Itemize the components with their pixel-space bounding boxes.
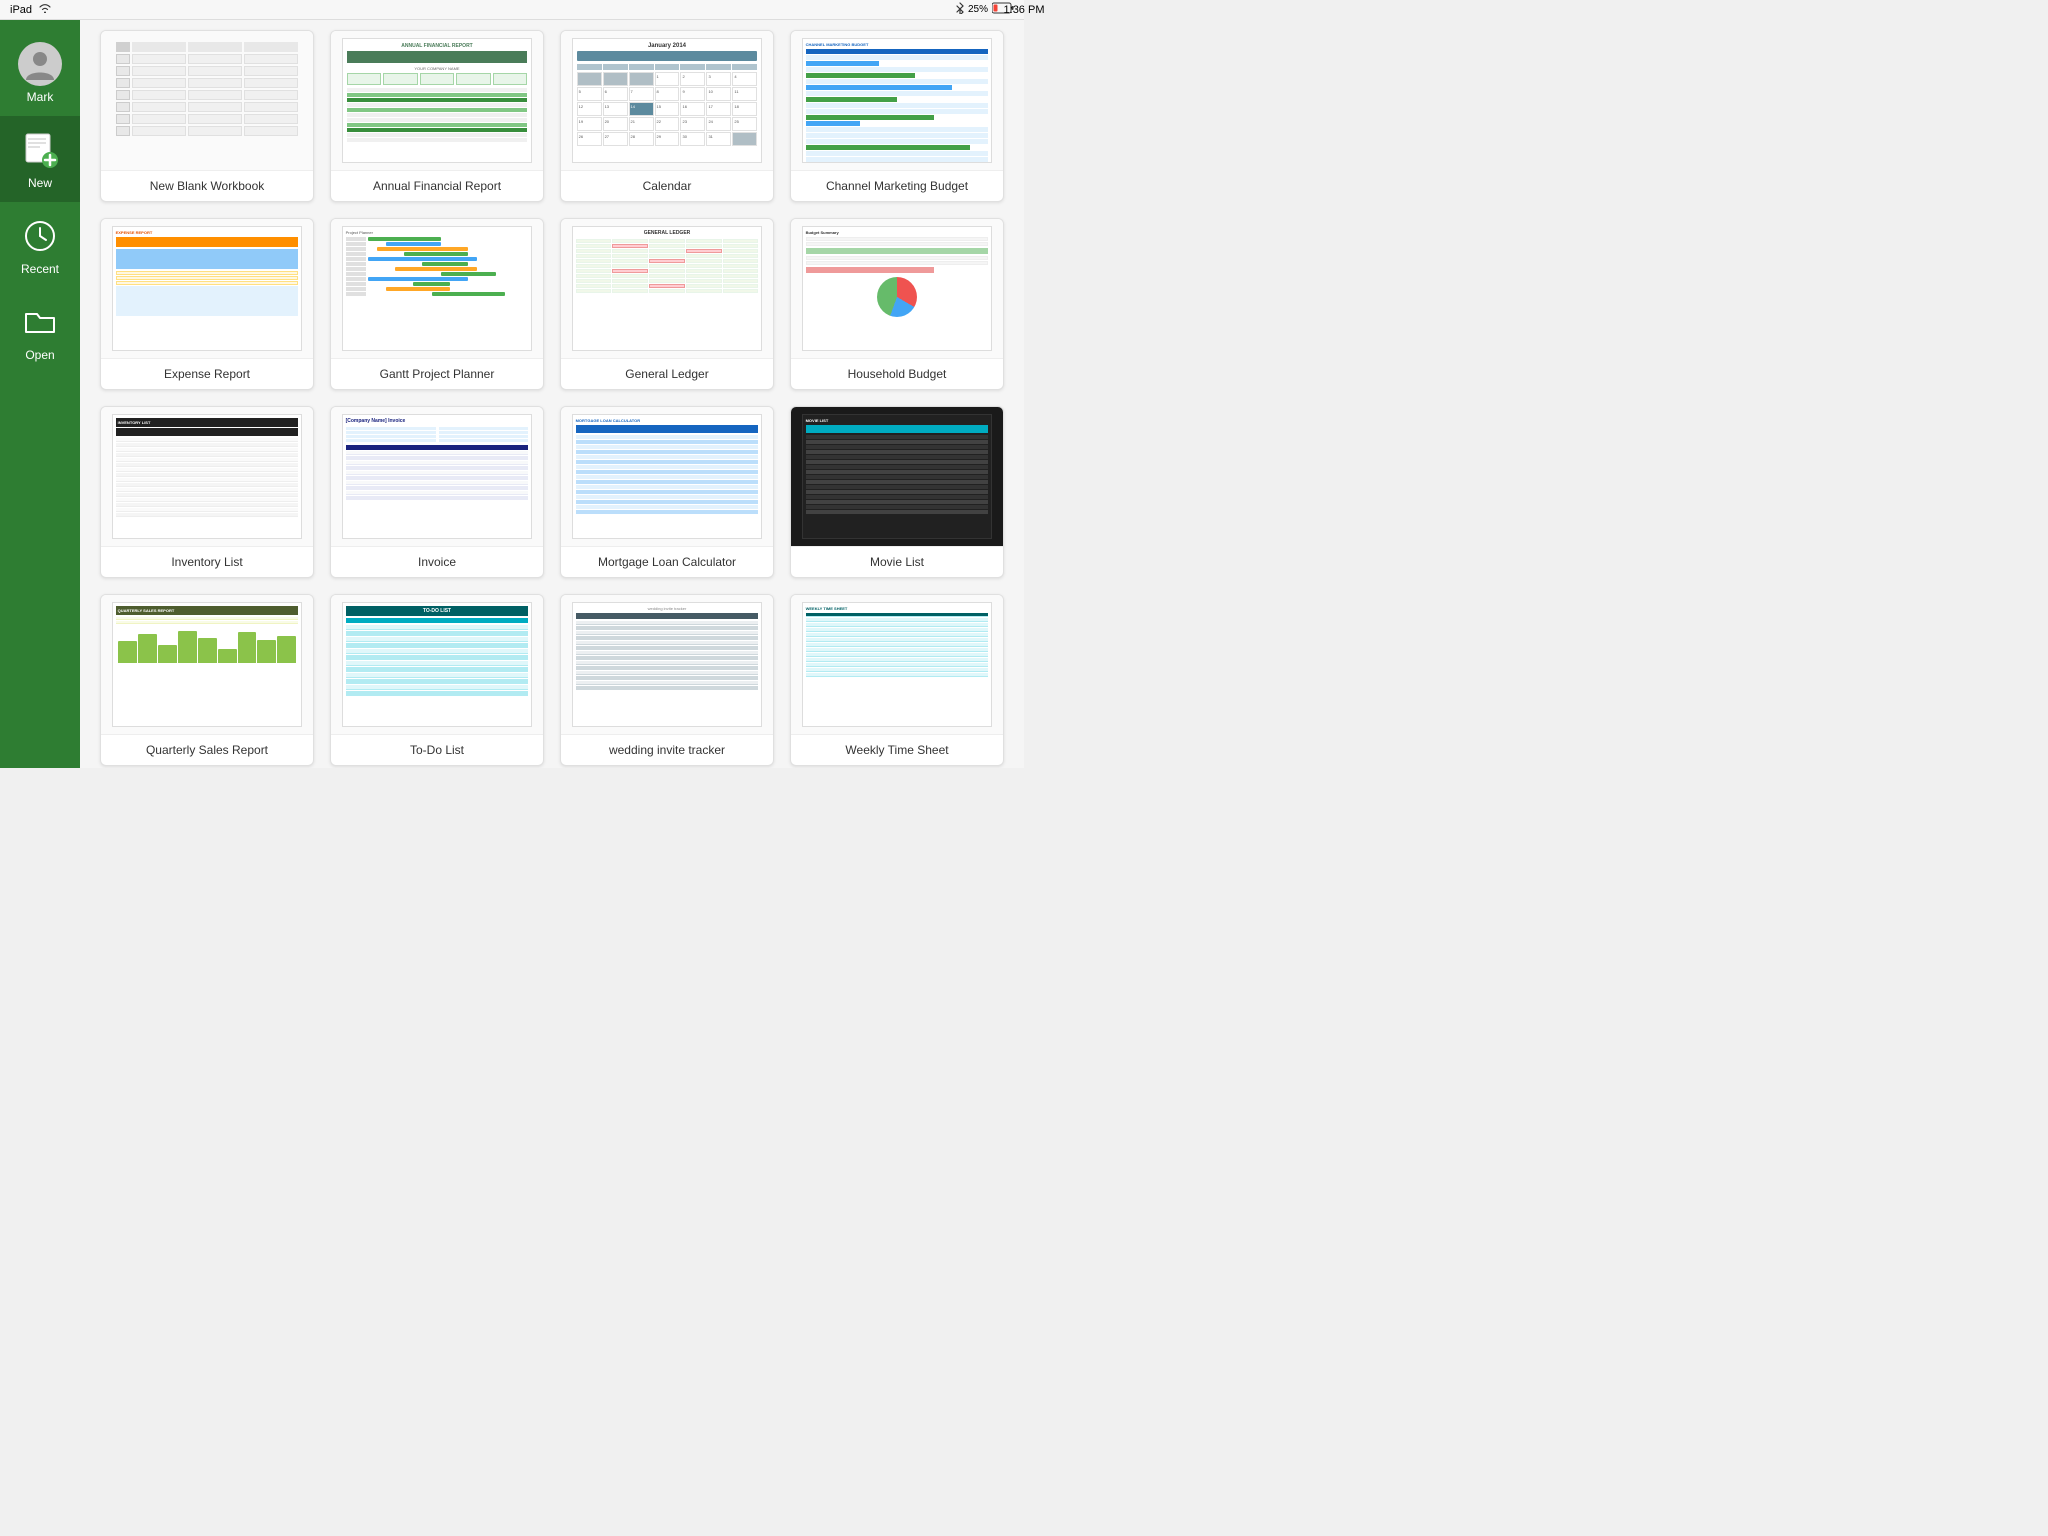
template-label-general-ledger: General Ledger [561,359,773,389]
status-time: 1:36 PM [1004,4,1045,16]
template-grid: New Blank Workbook ANNUAL FINANCIAL REPO… [100,30,1004,766]
template-label-weekly-timesheet: Weekly Time Sheet [791,735,1003,765]
template-label-quarterly-sales: Quarterly Sales Report [101,735,313,765]
app-container: Mark New [0,20,1024,768]
sidebar-item-new[interactable]: New [0,116,80,202]
template-expense-report[interactable]: EXPENSE REPORT Expense Report [100,218,314,390]
template-label-todo: To-Do List [331,735,543,765]
battery-percent: 25% [968,4,988,15]
template-invoice[interactable]: [Company Name] Invoice [330,406,544,578]
template-thumb-wedding: wedding invite tracker [561,595,773,735]
status-bar: iPad 1:36 PM 25% [0,0,1024,20]
user-silhouette [22,46,58,82]
new-icon [18,128,62,172]
sidebar-item-recent[interactable]: Recent [0,202,80,288]
template-movie-list[interactable]: MOVIE LIST [790,406,1004,578]
sidebar-new-label: New [28,176,52,190]
template-thumb-channel-marketing: CHANNEL MARKETING BUDGET [791,31,1003,171]
template-calendar[interactable]: January 2014 1 2 3 4 [560,30,774,202]
template-blank[interactable]: New Blank Workbook [100,30,314,202]
template-gantt[interactable]: Project Planner [330,218,544,390]
template-label-expense-report: Expense Report [101,359,313,389]
template-wedding[interactable]: wedding invite tracker [560,594,774,766]
sidebar-item-user[interactable]: Mark [0,30,80,116]
status-left: iPad [10,3,52,16]
template-label-movie-list: Movie List [791,547,1003,577]
template-mortgage[interactable]: MORTGAGE LOAN CALCULATOR [560,406,774,578]
device-label: iPad [10,4,32,16]
content-area: New Blank Workbook ANNUAL FINANCIAL REPO… [80,20,1024,768]
template-thumb-general-ledger: GENERAL LEDGER [561,219,773,359]
template-quarterly-sales[interactable]: QUARTERLY SALES REPORT [100,594,314,766]
sidebar: Mark New [0,20,80,768]
sidebar-open-label: Open [25,348,54,362]
clock-icon [18,214,62,258]
wifi-icon [38,3,52,16]
template-thumb-mortgage: MORTGAGE LOAN CALCULATOR [561,407,773,547]
bluetooth-icon [956,2,964,17]
template-label-blank: New Blank Workbook [101,171,313,201]
template-thumb-quarterly-sales: QUARTERLY SALES REPORT [101,595,313,735]
template-label-gantt: Gantt Project Planner [331,359,543,389]
template-thumb-todo: TO-DO LIST [331,595,543,735]
template-thumb-gantt: Project Planner [331,219,543,359]
template-weekly-timesheet[interactable]: WEEKLY TIME SHEET [790,594,1004,766]
template-thumb-inventory-list: INVENTORY LIST [101,407,313,547]
template-thumb-calendar: January 2014 1 2 3 4 [561,31,773,171]
template-label-invoice: Invoice [331,547,543,577]
template-label-inventory-list: Inventory List [101,547,313,577]
template-label-mortgage: Mortgage Loan Calculator [561,547,773,577]
template-general-ledger[interactable]: GENERAL LEDGER G [560,218,774,390]
sidebar-user-label: Mark [27,90,54,104]
template-label-household-budget: Household Budget [791,359,1003,389]
template-label-wedding: wedding invite tracker [561,735,773,765]
template-thumb-weekly-timesheet: WEEKLY TIME SHEET [791,595,1003,735]
folder-icon [18,300,62,344]
template-thumb-invoice: [Company Name] Invoice [331,407,543,547]
template-thumb-annual-financial: ANNUAL FINANCIAL REPORT YOUR COMPANY NAM… [331,31,543,171]
template-todo[interactable]: TO-DO LIST [330,594,544,766]
template-channel-marketing[interactable]: CHANNEL MARKETING BUDGET [790,30,1004,202]
template-household-budget[interactable]: Budget Summary Household Budget [790,218,1004,390]
template-thumb-movie-list: MOVIE LIST [791,407,1003,547]
avatar-circle [18,42,62,86]
template-thumb-expense-report: EXPENSE REPORT [101,219,313,359]
template-annual-financial[interactable]: ANNUAL FINANCIAL REPORT YOUR COMPANY NAM… [330,30,544,202]
template-label-annual-financial: Annual Financial Report [331,171,543,201]
sidebar-item-open[interactable]: Open [0,288,80,374]
template-inventory-list[interactable]: INVENTORY LIST [100,406,314,578]
template-label-calendar: Calendar [561,171,773,201]
sidebar-recent-label: Recent [21,262,59,276]
avatar [18,42,62,86]
template-thumb-household-budget: Budget Summary [791,219,1003,359]
template-label-channel-marketing: Channel Marketing Budget [791,171,1003,201]
template-thumb-blank [101,31,313,171]
